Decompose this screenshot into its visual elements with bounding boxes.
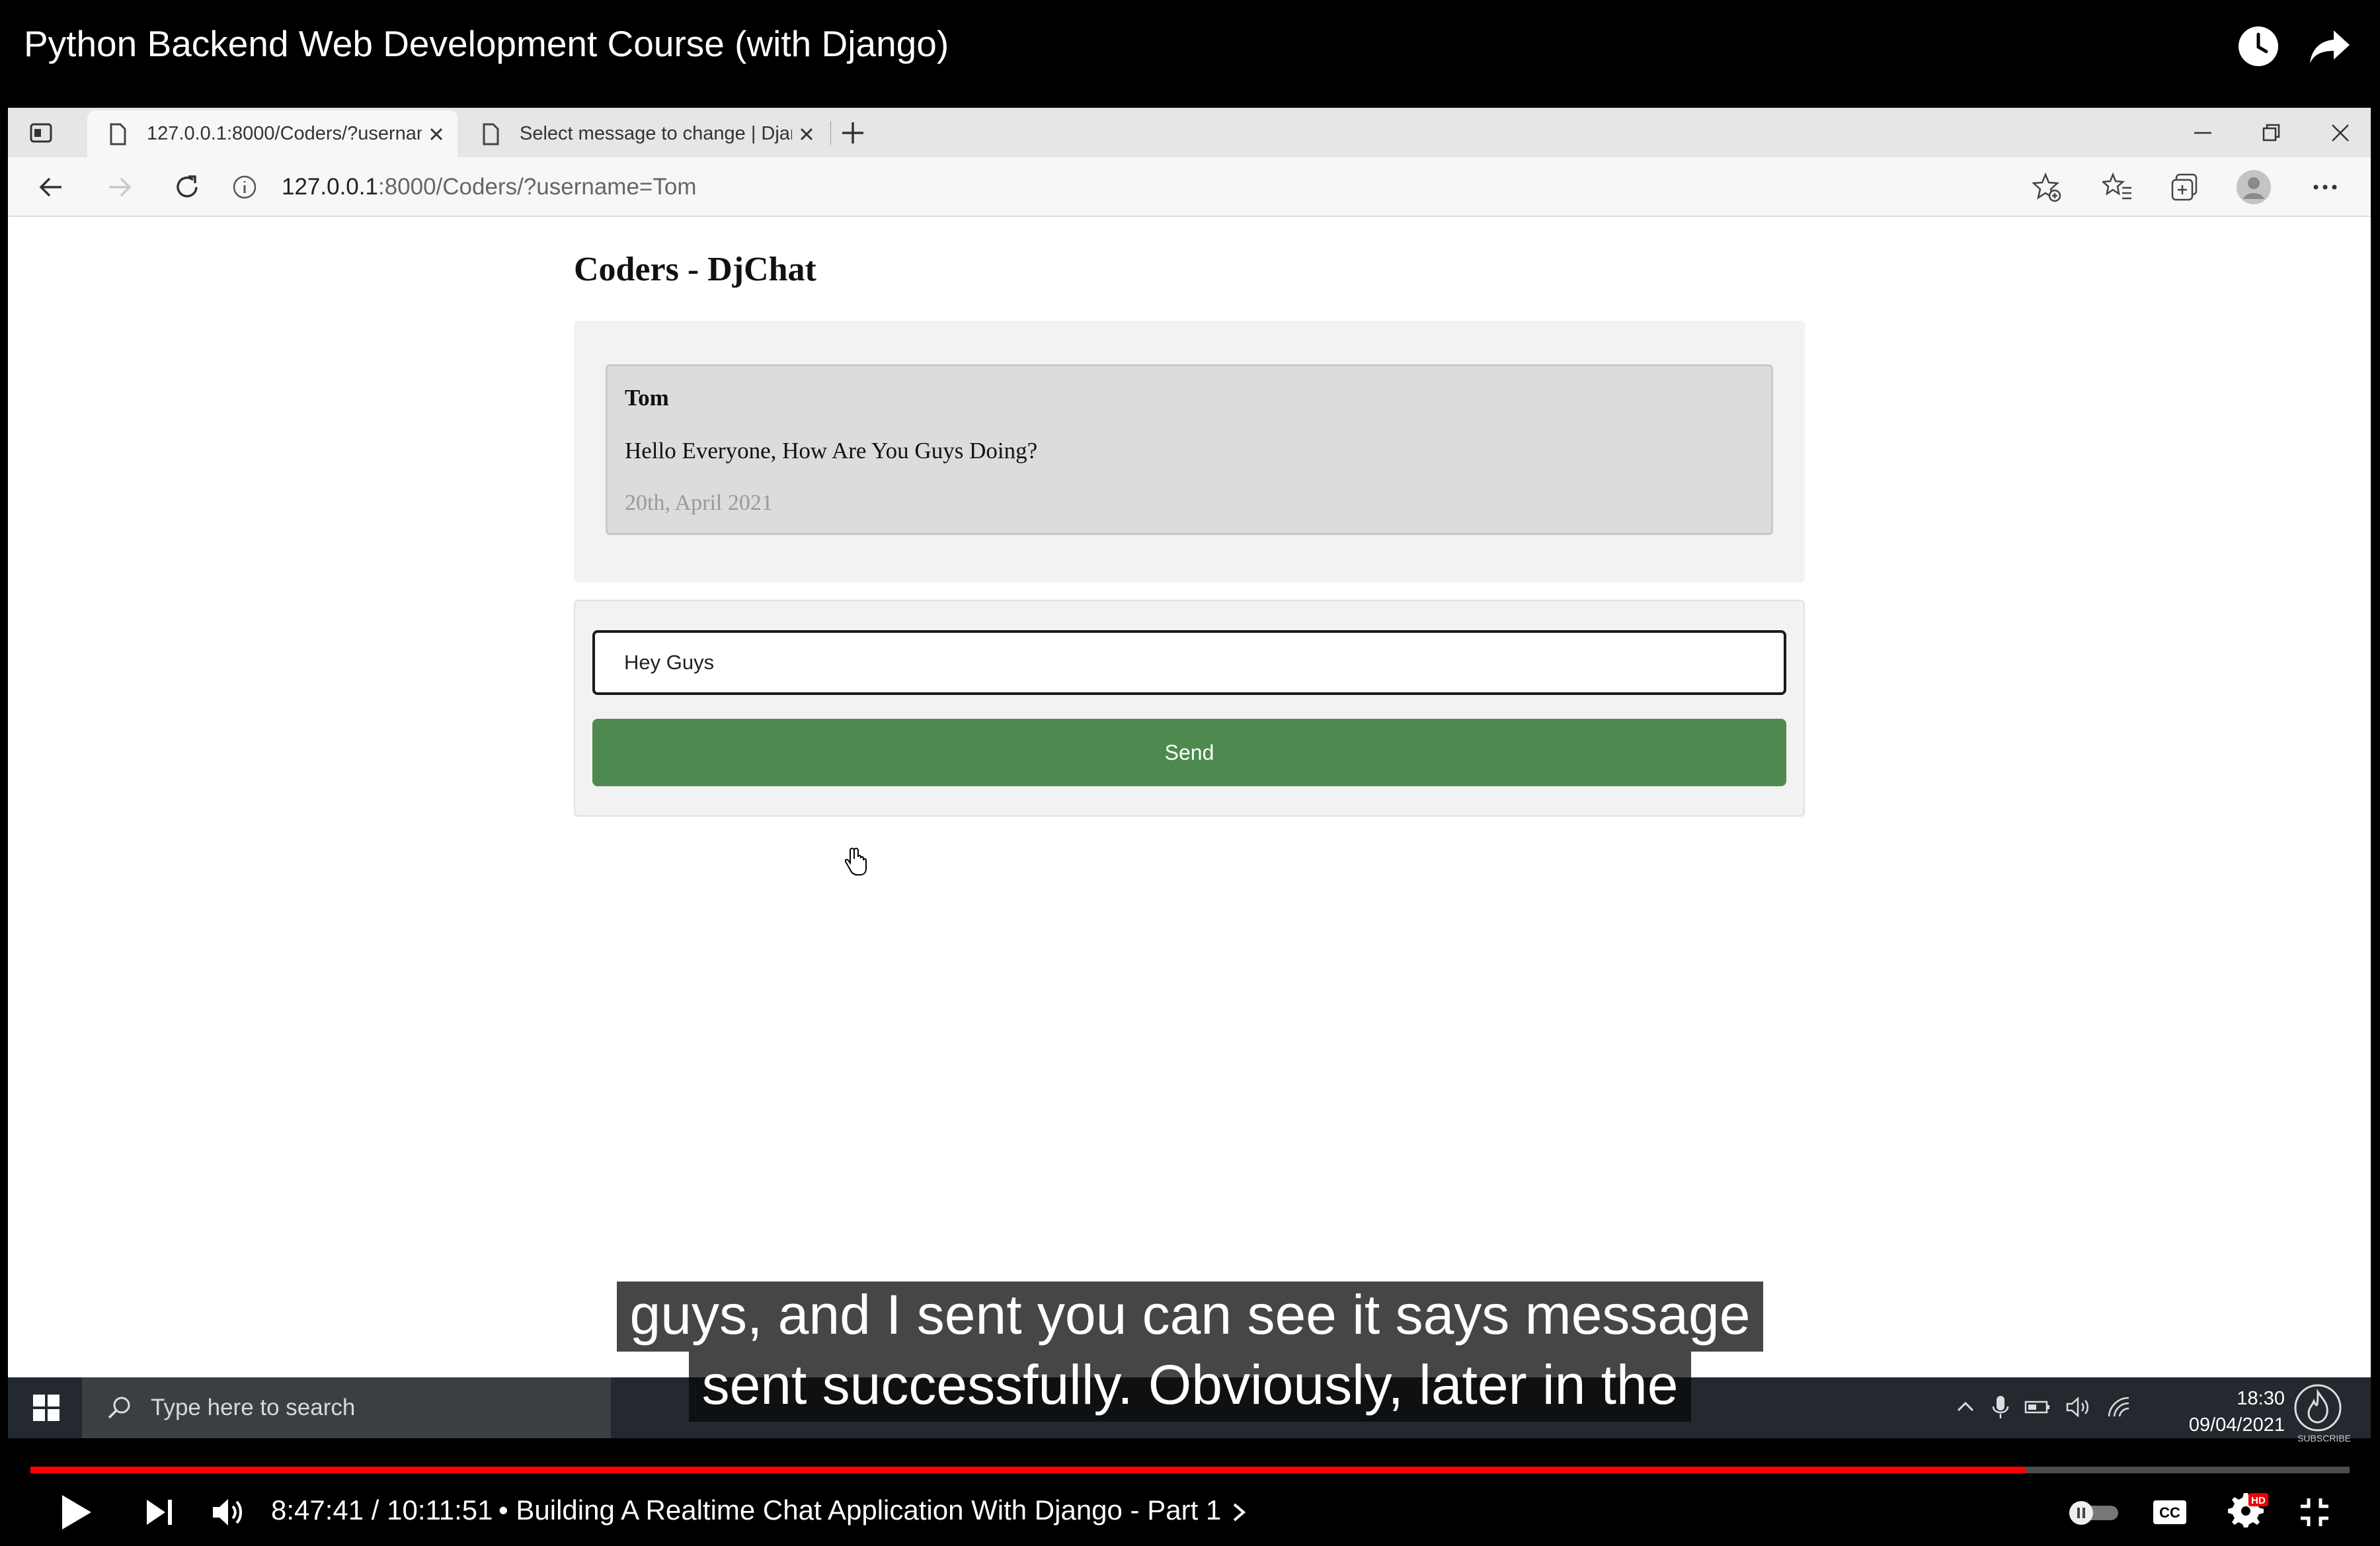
time-display: 8:47:41 / 10:11:51 [271, 1494, 493, 1526]
info-icon[interactable] [231, 174, 258, 200]
message-input[interactable] [592, 630, 1786, 695]
chat-message: Tom Hello Everyone, How Are You Guys Doi… [606, 364, 1773, 535]
message-username: Tom [625, 385, 669, 411]
exit-fullscreen-icon[interactable] [2291, 1489, 2338, 1535]
message-form: Send [574, 600, 1805, 817]
profile-avatar[interactable] [2232, 165, 2276, 209]
autoplay-toggle[interactable] [2067, 1496, 2121, 1529]
video-title[interactable]: Python Backend Web Development Course (w… [24, 22, 949, 65]
close-tab-icon[interactable] [422, 120, 451, 149]
page-icon [110, 123, 126, 145]
caption-line-2: sent successfully. Obviously, later in t… [688, 1352, 1692, 1422]
browser-toolbar: 127.0.0.1:8000/Coders/?username=Tom [8, 157, 2371, 217]
close-window-icon[interactable] [2307, 108, 2371, 157]
captions-button[interactable]: CC [2151, 1496, 2188, 1529]
play-icon[interactable] [53, 1489, 99, 1535]
refresh-icon[interactable] [164, 164, 210, 210]
cc-label: CC [2159, 1504, 2180, 1521]
send-button[interactable]: Send [592, 719, 1786, 786]
watch-later-icon[interactable] [2232, 20, 2285, 73]
settings-icon[interactable]: HD [2220, 1489, 2273, 1535]
page-title: Coders - DjChat [574, 251, 816, 288]
subscribe-label: SUBSCRIBE [2297, 1433, 2351, 1444]
chapter-title[interactable]: • Building A Realtime Chat Application W… [498, 1494, 1249, 1526]
progress-bar[interactable] [30, 1467, 2350, 1473]
close-tab-icon[interactable] [792, 120, 821, 149]
page-icon [483, 123, 499, 145]
share-icon[interactable] [2303, 20, 2356, 73]
chapter-label: • Building A Realtime Chat Application W… [498, 1494, 1222, 1526]
progress-played [30, 1467, 2025, 1473]
browser-window: 127.0.0.1:8000/Coders/?usernam Select me… [8, 108, 2371, 1377]
url-host: 127.0.0.1 [282, 174, 378, 200]
message-date: 20th, April 2021 [625, 491, 773, 515]
tab-django-admin[interactable]: Select message to change | Djan [460, 110, 828, 157]
duration: 10:11:51 [387, 1494, 493, 1526]
tab-label: Select message to change | Djan [520, 123, 792, 144]
captions: guys, and I sent you can see it says mes… [0, 1282, 2380, 1422]
collections-icon[interactable] [2163, 165, 2207, 209]
caption-line-1: guys, and I sent you can see it says mes… [616, 1282, 1764, 1352]
forward-icon[interactable] [97, 164, 143, 210]
next-icon[interactable] [136, 1489, 182, 1535]
volume-icon[interactable] [205, 1489, 251, 1535]
chat-messages-box: Tom Hello Everyone, How Are You Guys Doi… [574, 321, 1805, 583]
back-icon[interactable] [28, 164, 74, 210]
message-text: Hello Everyone, How Are You Guys Doing? [625, 438, 1038, 464]
hd-badge: HD [2251, 1495, 2266, 1506]
add-favorite-icon[interactable] [2026, 165, 2069, 209]
current-time: 8:47:41 [271, 1494, 364, 1526]
more-options-icon[interactable] [2303, 165, 2347, 209]
tab-label: 127.0.0.1:8000/Coders/?usernam [147, 123, 422, 144]
tab-coders[interactable]: 127.0.0.1:8000/Coders/?usernam [87, 110, 457, 157]
time-separator: / [364, 1494, 387, 1526]
address-bar[interactable]: 127.0.0.1:8000/Coders/?username=Tom [231, 163, 2069, 212]
hand-cursor-icon [845, 847, 867, 876]
new-tab-icon[interactable] [838, 118, 867, 147]
tab-divider [830, 121, 831, 145]
tab-actions-icon[interactable] [28, 120, 57, 149]
chevron-right-icon [1233, 1503, 1246, 1522]
minimize-icon[interactable] [2170, 108, 2236, 157]
favorites-icon[interactable] [2096, 165, 2139, 209]
tab-strip: 127.0.0.1:8000/Coders/?usernam Select me… [8, 108, 2371, 157]
restore-icon[interactable] [2239, 108, 2305, 157]
url-path: :8000/Coders/?username=Tom [377, 174, 697, 200]
